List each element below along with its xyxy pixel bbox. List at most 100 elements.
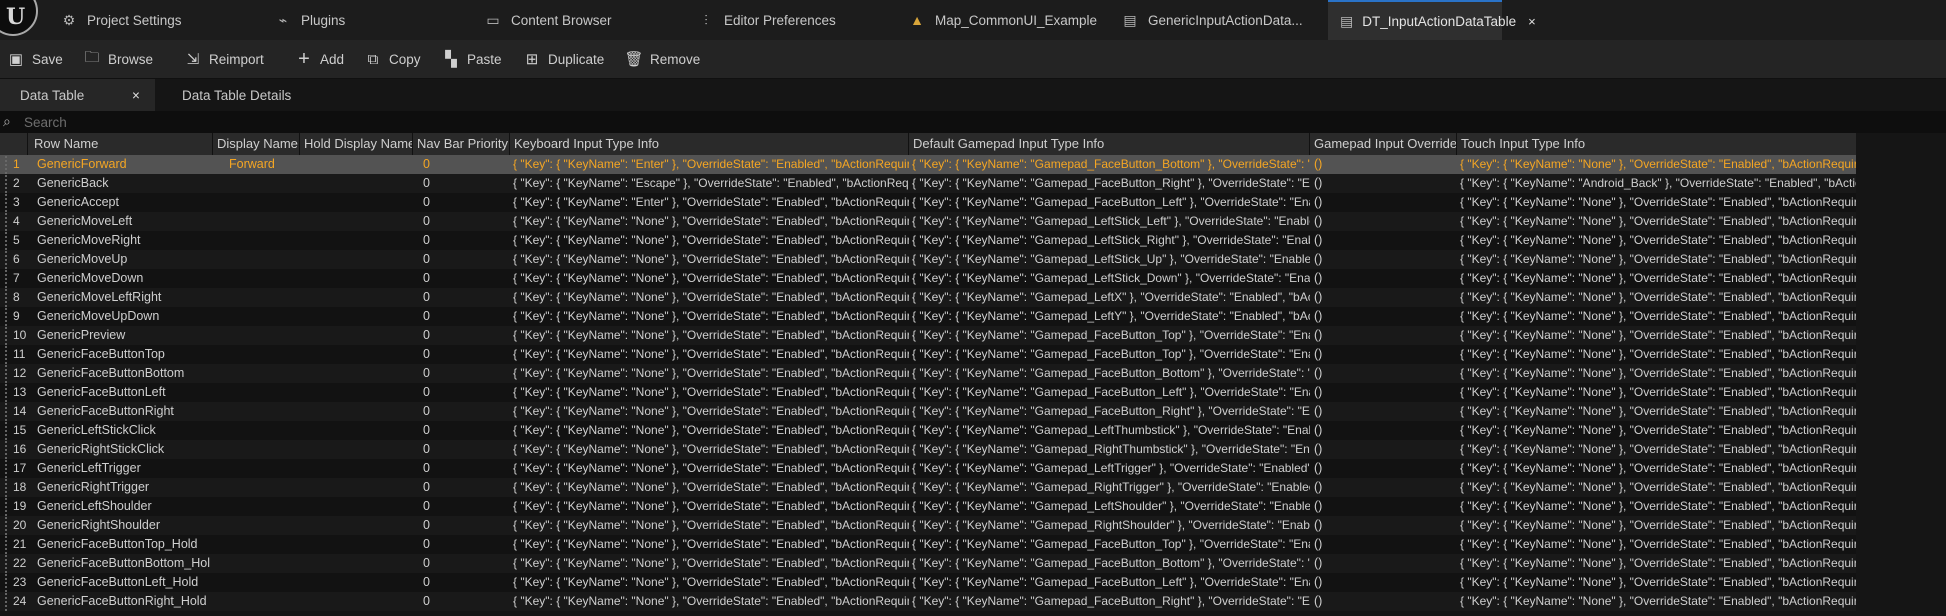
gamepad-input-cell[interactable]: { "Key": { "KeyName": "Gamepad_FaceButto…: [909, 554, 1310, 573]
row-index-cell[interactable]: 7: [0, 269, 28, 288]
tab-project-settings[interactable]: ⚙ Project Settings: [60, 0, 182, 40]
table-row[interactable]: 18 GenericRightTrigger 0{ "Key": { "KeyNam…: [0, 478, 1856, 497]
gamepad-overrides-cell[interactable]: (): [1310, 155, 1457, 174]
display-name-cell[interactable]: [213, 459, 300, 478]
touch-input-cell[interactable]: { "Key": { "KeyName": "None" }, "Overrid…: [1457, 193, 1856, 212]
hold-display-name-cell[interactable]: [300, 174, 413, 193]
touch-input-cell[interactable]: { "Key": { "KeyName": "None" }, "Overrid…: [1457, 383, 1856, 402]
touch-input-cell[interactable]: { "Key": { "KeyName": "None" }, "Overrid…: [1457, 421, 1856, 440]
gamepad-input-cell[interactable]: { "Key": { "KeyName": "Gamepad_LeftThumb…: [909, 421, 1310, 440]
table-row[interactable]: 16 GenericRightStickClick 0{ "Key": { "Key…: [0, 440, 1856, 459]
display-name-cell[interactable]: [213, 193, 300, 212]
gamepad-overrides-cell[interactable]: (): [1310, 269, 1457, 288]
display-name-cell[interactable]: [213, 174, 300, 193]
row-index-cell[interactable]: 1: [0, 155, 28, 174]
nav-bar-priority-cell[interactable]: 0: [413, 193, 510, 212]
gamepad-overrides-cell[interactable]: (): [1310, 193, 1457, 212]
row-name-cell[interactable]: GenericFaceButtonLeft: [34, 383, 213, 402]
close-icon[interactable]: ×: [132, 88, 140, 103]
row-name-cell[interactable]: GenericAccept: [34, 193, 213, 212]
table-row[interactable]: 15 GenericLeftStickClick 0{ "Key": { "KeyN…: [0, 421, 1856, 440]
copy-row-button[interactable]: ⧉ Copy: [363, 40, 421, 78]
row-name-cell[interactable]: GenericMoveRight: [34, 231, 213, 250]
table-row[interactable]: 17 GenericLeftTrigger 0{ "Key": { "KeyName…: [0, 459, 1856, 478]
reimport-button[interactable]: ⇲ Reimport: [183, 40, 264, 78]
row-index-cell[interactable]: 6: [0, 250, 28, 269]
touch-input-cell[interactable]: { "Key": { "KeyName": "None" }, "Overrid…: [1457, 364, 1856, 383]
table-row[interactable]: 7 GenericMoveDown 0{ "Key": { "KeyName": "…: [0, 269, 1856, 288]
display-name-cell[interactable]: [213, 231, 300, 250]
header-row-name[interactable]: Row Name: [28, 133, 213, 155]
display-name-cell[interactable]: [213, 212, 300, 231]
gamepad-overrides-cell[interactable]: (): [1310, 497, 1457, 516]
paste-row-button[interactable]: ▚ Paste: [441, 40, 501, 78]
gamepad-overrides-cell[interactable]: (): [1310, 573, 1457, 592]
tab-content-browser[interactable]: ▭ Content Browser: [484, 0, 611, 40]
row-name-cell[interactable]: GenericRightShoulder: [34, 516, 213, 535]
keyboard-input-cell[interactable]: { "Key": { "KeyName": "None" }, "Overrid…: [510, 402, 909, 421]
tab-data-table[interactable]: Data Table ×: [0, 79, 155, 111]
row-index-cell[interactable]: 19: [0, 497, 28, 516]
row-name-cell[interactable]: GenericFaceButtonRight_Hold: [34, 592, 213, 611]
nav-bar-priority-cell[interactable]: 0: [413, 174, 510, 193]
row-index-cell[interactable]: 8: [0, 288, 28, 307]
nav-bar-priority-cell[interactable]: 0: [413, 497, 510, 516]
hold-display-name-cell[interactable]: [300, 307, 413, 326]
hold-display-name-cell[interactable]: [300, 250, 413, 269]
table-row[interactable]: 13 GenericFaceButtonLeft 0{ "Key": { "KeyN…: [0, 383, 1856, 402]
display-name-cell[interactable]: [213, 497, 300, 516]
hold-display-name-cell[interactable]: [300, 535, 413, 554]
keyboard-input-cell[interactable]: { "Key": { "KeyName": "None" }, "Overrid…: [510, 459, 909, 478]
keyboard-input-cell[interactable]: { "Key": { "KeyName": "None" }, "Overrid…: [510, 269, 909, 288]
keyboard-input-cell[interactable]: { "Key": { "KeyName": "None" }, "Overrid…: [510, 421, 909, 440]
gamepad-overrides-cell[interactable]: (): [1310, 459, 1457, 478]
keyboard-input-cell[interactable]: { "Key": { "KeyName": "None" }, "Overrid…: [510, 383, 909, 402]
table-row[interactable]: 2 GenericBack 0{ "Key": { "KeyName": "Esca…: [0, 174, 1856, 193]
hold-display-name-cell[interactable]: [300, 383, 413, 402]
hold-display-name-cell[interactable]: [300, 516, 413, 535]
tab-plugins[interactable]: ⌁ Plugins: [274, 0, 346, 40]
touch-input-cell[interactable]: { "Key": { "KeyName": "None" }, "Overrid…: [1457, 573, 1856, 592]
row-name-cell[interactable]: GenericBack: [34, 174, 213, 193]
gamepad-input-cell[interactable]: { "Key": { "KeyName": "Gamepad_LeftStick…: [909, 250, 1310, 269]
tab-editor-preferences[interactable]: ⫶ Editor Preferences: [697, 0, 836, 40]
gamepad-input-cell[interactable]: { "Key": { "KeyName": "Gamepad_FaceButto…: [909, 402, 1310, 421]
touch-input-cell[interactable]: { "Key": { "KeyName": "None" }, "Overrid…: [1457, 212, 1856, 231]
hold-display-name-cell[interactable]: [300, 421, 413, 440]
keyboard-input-cell[interactable]: { "Key": { "KeyName": "Enter" }, "Overri…: [510, 193, 909, 212]
gamepad-overrides-cell[interactable]: (): [1310, 345, 1457, 364]
keyboard-input-cell[interactable]: { "Key": { "KeyName": "None" }, "Overrid…: [510, 307, 909, 326]
nav-bar-priority-cell[interactable]: 0: [413, 535, 510, 554]
keyboard-input-cell[interactable]: { "Key": { "KeyName": "None" }, "Overrid…: [510, 326, 909, 345]
touch-input-cell[interactable]: { "Key": { "KeyName": "None" }, "Overrid…: [1457, 402, 1856, 421]
gamepad-input-cell[interactable]: { "Key": { "KeyName": "Gamepad_LeftStick…: [909, 269, 1310, 288]
display-name-cell[interactable]: [213, 288, 300, 307]
hold-display-name-cell[interactable]: [300, 440, 413, 459]
display-name-cell[interactable]: [213, 592, 300, 611]
row-index-cell[interactable]: 12: [0, 364, 28, 383]
header-default-gamepad-input-type-info[interactable]: Default Gamepad Input Type Info: [909, 133, 1310, 155]
gamepad-overrides-cell[interactable]: (): [1310, 516, 1457, 535]
row-index-cell[interactable]: 22: [0, 554, 28, 573]
nav-bar-priority-cell[interactable]: 0: [413, 383, 510, 402]
nav-bar-priority-cell[interactable]: 0: [413, 250, 510, 269]
table-row[interactable]: 6 GenericMoveUp 0{ "Key": { "KeyName": "No…: [0, 250, 1856, 269]
touch-input-cell[interactable]: { "Key": { "KeyName": "None" }, "Overrid…: [1457, 269, 1856, 288]
display-name-cell[interactable]: [213, 269, 300, 288]
row-name-cell[interactable]: GenericMoveLeft: [34, 212, 213, 231]
keyboard-input-cell[interactable]: { "Key": { "KeyName": "None" }, "Overrid…: [510, 364, 909, 383]
nav-bar-priority-cell[interactable]: 0: [413, 421, 510, 440]
gamepad-input-cell[interactable]: { "Key": { "KeyName": "Gamepad_RightTrig…: [909, 478, 1310, 497]
hold-display-name-cell[interactable]: [300, 554, 413, 573]
gamepad-overrides-cell[interactable]: (): [1310, 364, 1457, 383]
gamepad-input-cell[interactable]: { "Key": { "KeyName": "Gamepad_RightThum…: [909, 440, 1310, 459]
touch-input-cell[interactable]: { "Key": { "KeyName": "None" }, "Overrid…: [1457, 478, 1856, 497]
table-row[interactable]: 9 GenericMoveUpDown 0{ "Key": { "KeyName":…: [0, 307, 1856, 326]
nav-bar-priority-cell[interactable]: 0: [413, 345, 510, 364]
table-row[interactable]: 10 GenericPreview 0{ "Key": { "KeyName": "…: [0, 326, 1856, 345]
nav-bar-priority-cell[interactable]: 0: [413, 326, 510, 345]
gamepad-overrides-cell[interactable]: (): [1310, 174, 1457, 193]
hold-display-name-cell[interactable]: [300, 269, 413, 288]
gamepad-overrides-cell[interactable]: (): [1310, 383, 1457, 402]
gamepad-input-cell[interactable]: { "Key": { "KeyName": "Gamepad_FaceButto…: [909, 326, 1310, 345]
